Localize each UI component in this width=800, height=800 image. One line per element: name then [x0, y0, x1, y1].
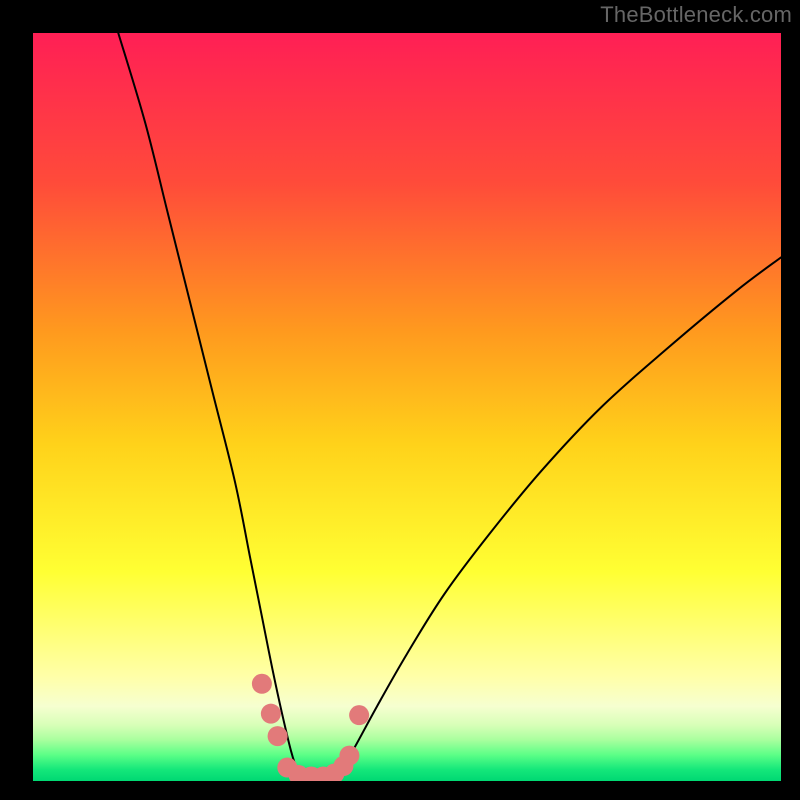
dot-marker [339, 746, 359, 766]
watermark-text: TheBottleneck.com [600, 2, 792, 28]
dot-marker [252, 674, 272, 694]
dot-marker [349, 705, 369, 725]
plot-svg [33, 33, 781, 781]
plot-area [33, 33, 781, 781]
gradient-background [33, 33, 781, 781]
dot-marker [261, 704, 281, 724]
chart-frame: TheBottleneck.com [0, 0, 800, 800]
dot-marker [268, 726, 288, 746]
